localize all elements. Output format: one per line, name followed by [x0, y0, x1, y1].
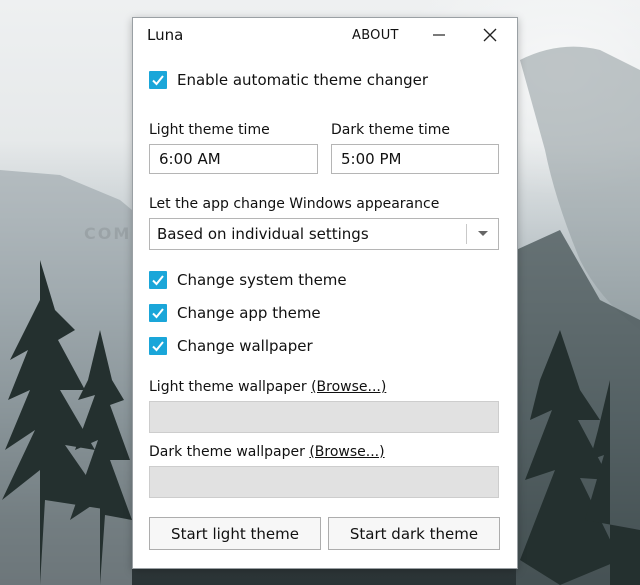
dark-wallpaper-browse-link[interactable]: (Browse...) [309, 444, 384, 460]
wallpaper-label: Change wallpaper [177, 337, 313, 355]
close-icon[interactable] [476, 22, 504, 48]
system-theme-checkbox[interactable] [149, 271, 167, 289]
luna-window: Luna ABOUT Enable automatic theme change… [132, 17, 518, 569]
checkmark-icon [152, 308, 164, 319]
title-bar[interactable]: Luna ABOUT [133, 18, 517, 52]
appearance-select[interactable]: Based on individual settings [149, 218, 499, 250]
app-theme-label: Change app theme [177, 304, 321, 322]
about-button[interactable]: ABOUT [352, 28, 399, 43]
dark-wallpaper-label: Dark theme wallpaper [149, 444, 305, 460]
app-theme-checkbox[interactable] [149, 304, 167, 322]
light-time-label: Light theme time [149, 122, 270, 138]
dark-time-input[interactable]: 5:00 PM [331, 144, 499, 174]
window-title: Luna [147, 26, 184, 44]
chevron-down-icon[interactable] [476, 228, 490, 240]
appearance-selected-value: Based on individual settings [157, 225, 369, 243]
option-row-system-theme[interactable]: Change system theme [149, 269, 347, 291]
system-theme-label: Change system theme [177, 271, 347, 289]
wallpaper-checkbox[interactable] [149, 337, 167, 355]
checkmark-icon [152, 341, 164, 352]
option-row-wallpaper[interactable]: Change wallpaper [149, 335, 313, 357]
light-wallpaper-label-row: Light theme wallpaper (Browse...) [149, 379, 386, 395]
dark-time-label: Dark theme time [331, 122, 450, 138]
checkmark-icon [152, 75, 164, 86]
light-wallpaper-browse-link[interactable]: (Browse...) [311, 379, 386, 395]
light-time-input[interactable]: 6:00 AM [149, 144, 318, 174]
start-dark-theme-button[interactable]: Start dark theme [328, 517, 500, 550]
light-wallpaper-path-field[interactable] [149, 401, 499, 433]
auto-theme-label: Enable automatic theme changer [177, 71, 429, 89]
auto-theme-row[interactable]: Enable automatic theme changer [149, 69, 428, 91]
minimize-icon[interactable] [425, 22, 453, 48]
light-wallpaper-label: Light theme wallpaper [149, 379, 307, 395]
dark-wallpaper-label-row: Dark theme wallpaper (Browse...) [149, 444, 385, 460]
auto-theme-checkbox[interactable] [149, 71, 167, 89]
appearance-label: Let the app change Windows appearance [149, 196, 440, 212]
start-light-theme-button[interactable]: Start light theme [149, 517, 321, 550]
select-divider [466, 224, 467, 244]
checkmark-icon [152, 275, 164, 286]
dark-wallpaper-path-field[interactable] [149, 466, 499, 498]
option-row-app-theme[interactable]: Change app theme [149, 302, 321, 324]
